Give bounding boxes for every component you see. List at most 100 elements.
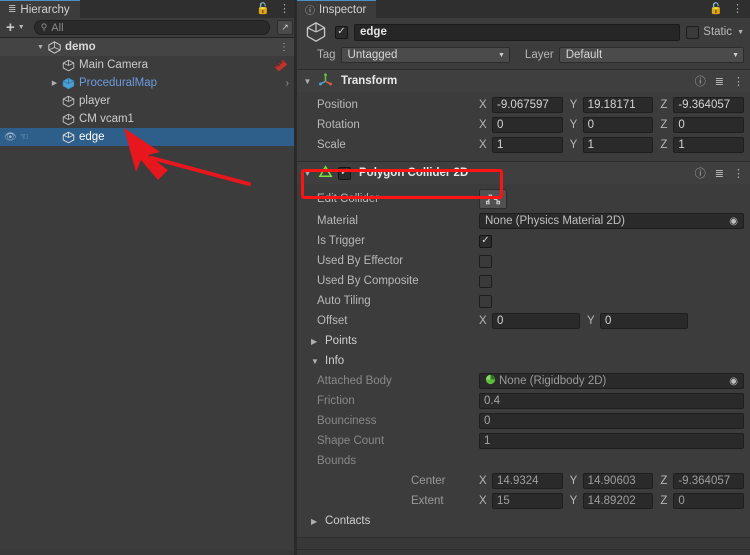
static-checkbox[interactable] xyxy=(686,25,700,39)
auto-tiling-checkbox[interactable] xyxy=(479,294,492,308)
expander-icon[interactable]: ▼ xyxy=(311,357,321,366)
rotation-z-field[interactable]: 0 xyxy=(673,117,745,133)
hierarchy-label-main-camera: Main Camera xyxy=(79,59,149,71)
expander-icon[interactable]: ▼ xyxy=(302,77,313,86)
expander-icon[interactable]: ▶ xyxy=(311,337,321,346)
lock-icon[interactable]: 🔓 xyxy=(709,3,723,15)
scale-x-field[interactable]: 1 xyxy=(492,137,563,153)
hierarchy-row-player[interactable]: player xyxy=(0,92,297,110)
axis-x-label: X xyxy=(479,475,487,487)
axis-y-label: Y xyxy=(569,475,578,487)
material-field[interactable]: None (Physics Material 2D) ◉ xyxy=(479,213,744,229)
friction-row: Friction 0.4 xyxy=(303,391,744,411)
hierarchy-row-demo[interactable]: ▼ demo ⋮ xyxy=(0,38,297,56)
hierarchy-row-cm-vcam1[interactable]: CM vcam1 xyxy=(0,110,297,128)
contacts-foldout[interactable]: ▶ Contacts xyxy=(303,511,744,531)
used-by-composite-checkbox[interactable] xyxy=(479,274,492,288)
search-input[interactable]: ⚲ All xyxy=(33,20,270,35)
kebab-menu-icon[interactable]: ⋮ xyxy=(733,75,744,88)
transform-scale-row: Scale X 1 Y 1 Z 1 xyxy=(303,135,745,155)
tag-dropdown[interactable]: Untagged ▼ xyxy=(340,47,510,63)
kebab-menu-icon[interactable]: ⋮ xyxy=(732,3,743,15)
chevron-down-icon[interactable]: ▼ xyxy=(737,29,744,36)
hierarchy-label-cm-vcam1: CM vcam1 xyxy=(79,113,134,125)
layer-value: Default xyxy=(565,49,603,61)
gameobject-cube-icon xyxy=(61,95,76,108)
gameobject-header: ✓ edge Static ▼ Tag Untagged ▼ Layer Def… xyxy=(297,18,750,70)
axis-z-label: Z xyxy=(660,139,668,151)
rotation-y-field[interactable]: 0 xyxy=(582,117,654,133)
hierarchy-label-proceduralmap: ProceduralMap xyxy=(79,77,157,89)
bounds-center-y-field: 14.90603 xyxy=(582,473,654,489)
row-gutter xyxy=(0,92,34,110)
object-picker-icon[interactable]: ◉ xyxy=(729,376,741,387)
hierarchy-row-edge[interactable]: 👁 ☜ edge xyxy=(0,128,297,146)
kebab-menu-icon[interactable]: ⋮ xyxy=(279,42,289,53)
chevron-right-icon[interactable]: › xyxy=(286,78,289,89)
open-window-icon[interactable]: ↗ xyxy=(277,20,293,35)
polygon-collider-enabled-checkbox[interactable]: ✓ xyxy=(338,166,351,180)
transform-axis-icon xyxy=(318,72,333,90)
add-gameobject-button[interactable]: + xyxy=(6,20,15,35)
transform-position-row: Position X -9.067597 Y 19.18171 Z -9.364… xyxy=(303,95,745,115)
scale-label: Scale xyxy=(317,139,346,151)
attached-body-field[interactable]: None (Rigidbody 2D) ◉ xyxy=(479,373,744,389)
horizontal-scrollbar[interactable] xyxy=(0,550,294,555)
gameobject-enabled-checkbox[interactable]: ✓ xyxy=(335,25,348,39)
contacts-label: Contacts xyxy=(325,515,371,527)
points-foldout[interactable]: ▶ Points xyxy=(303,331,744,351)
bounds-row: Bounds xyxy=(303,451,744,471)
eye-icon[interactable]: 👁 xyxy=(4,132,17,143)
help-icon[interactable]: ⓘ xyxy=(695,165,706,181)
gameobject-cube-icon xyxy=(303,20,329,44)
edit-collider-button[interactable] xyxy=(479,189,507,209)
transform-header[interactable]: ▼ Transform ⓘ ≣ ⋮ xyxy=(297,70,750,92)
bounciness-field: 0 xyxy=(479,413,744,429)
lock-icon[interactable]: 🔓 xyxy=(256,3,270,15)
info-foldout[interactable]: ▼ Info xyxy=(303,351,744,371)
rotation-x-field[interactable]: 0 xyxy=(492,117,563,133)
tag-value: Untagged xyxy=(347,49,398,61)
expander-icon[interactable]: ▶ xyxy=(48,79,61,87)
rotation-vector: X 0 Y 0 Z 0 xyxy=(479,117,745,133)
tab-hierarchy[interactable]: ≣ Hierarchy xyxy=(0,0,80,18)
polygon-collider-title: Polygon Collider 2D xyxy=(359,167,469,179)
offset-vector: X 0 Y 0 xyxy=(479,313,744,329)
hierarchy-row-proceduralmap[interactable]: ▶ ProceduralMap › xyxy=(0,74,297,92)
material-row: Material None (Physics Material 2D) ◉ xyxy=(303,211,744,231)
polygon-collider-2d-icon xyxy=(318,164,333,182)
bounds-label: Bounds xyxy=(317,455,357,467)
position-y-field[interactable]: 19.18171 xyxy=(582,97,654,113)
offset-x-field[interactable]: 0 xyxy=(492,313,580,329)
row-gutter xyxy=(0,38,34,56)
expander-icon[interactable]: ▼ xyxy=(302,169,313,178)
offset-y-field[interactable]: 0 xyxy=(600,313,688,329)
preset-icon[interactable]: ≣ xyxy=(715,167,724,180)
gameobject-cube-icon xyxy=(61,131,76,144)
position-x-field[interactable]: -9.067597 xyxy=(492,97,563,113)
chevron-down-icon[interactable]: ▼ xyxy=(18,24,25,31)
attached-body-label: Attached Body xyxy=(317,375,392,387)
hierarchy-row-main-camera[interactable]: Main Camera xyxy=(0,56,297,74)
is-trigger-checkbox[interactable]: ✓ xyxy=(479,234,492,248)
layer-dropdown[interactable]: Default ▼ xyxy=(558,47,744,63)
gameobject-name-field[interactable]: edge xyxy=(354,23,681,41)
kebab-menu-icon[interactable]: ⋮ xyxy=(733,167,744,180)
tab-inspector[interactable]: ⓘ Inspector xyxy=(297,0,377,18)
offset-label: Offset xyxy=(317,315,348,327)
expander-icon[interactable]: ▶ xyxy=(311,517,321,526)
hierarchy-toolbar: + ▼ ⚲ All ↗ xyxy=(0,18,297,38)
used-by-effector-checkbox[interactable] xyxy=(479,254,492,268)
position-label: Position xyxy=(317,99,358,111)
position-z-field[interactable]: -9.364057 xyxy=(673,97,745,113)
polygon-collider-header[interactable]: ▼ ✓ Polygon Collider 2D ⓘ ≣ ⋮ xyxy=(297,162,750,184)
preset-icon[interactable]: ≣ xyxy=(715,75,724,88)
object-picker-icon[interactable]: ◉ xyxy=(729,216,741,227)
expander-icon[interactable]: ▼ xyxy=(34,44,47,51)
hand-icon[interactable]: ☜ xyxy=(20,132,29,143)
scale-z-field[interactable]: 1 xyxy=(673,137,745,153)
axis-z-label: Z xyxy=(660,475,668,487)
kebab-menu-icon[interactable]: ⋮ xyxy=(279,3,290,15)
scale-y-field[interactable]: 1 xyxy=(582,137,654,153)
help-icon[interactable]: ⓘ xyxy=(695,73,706,89)
